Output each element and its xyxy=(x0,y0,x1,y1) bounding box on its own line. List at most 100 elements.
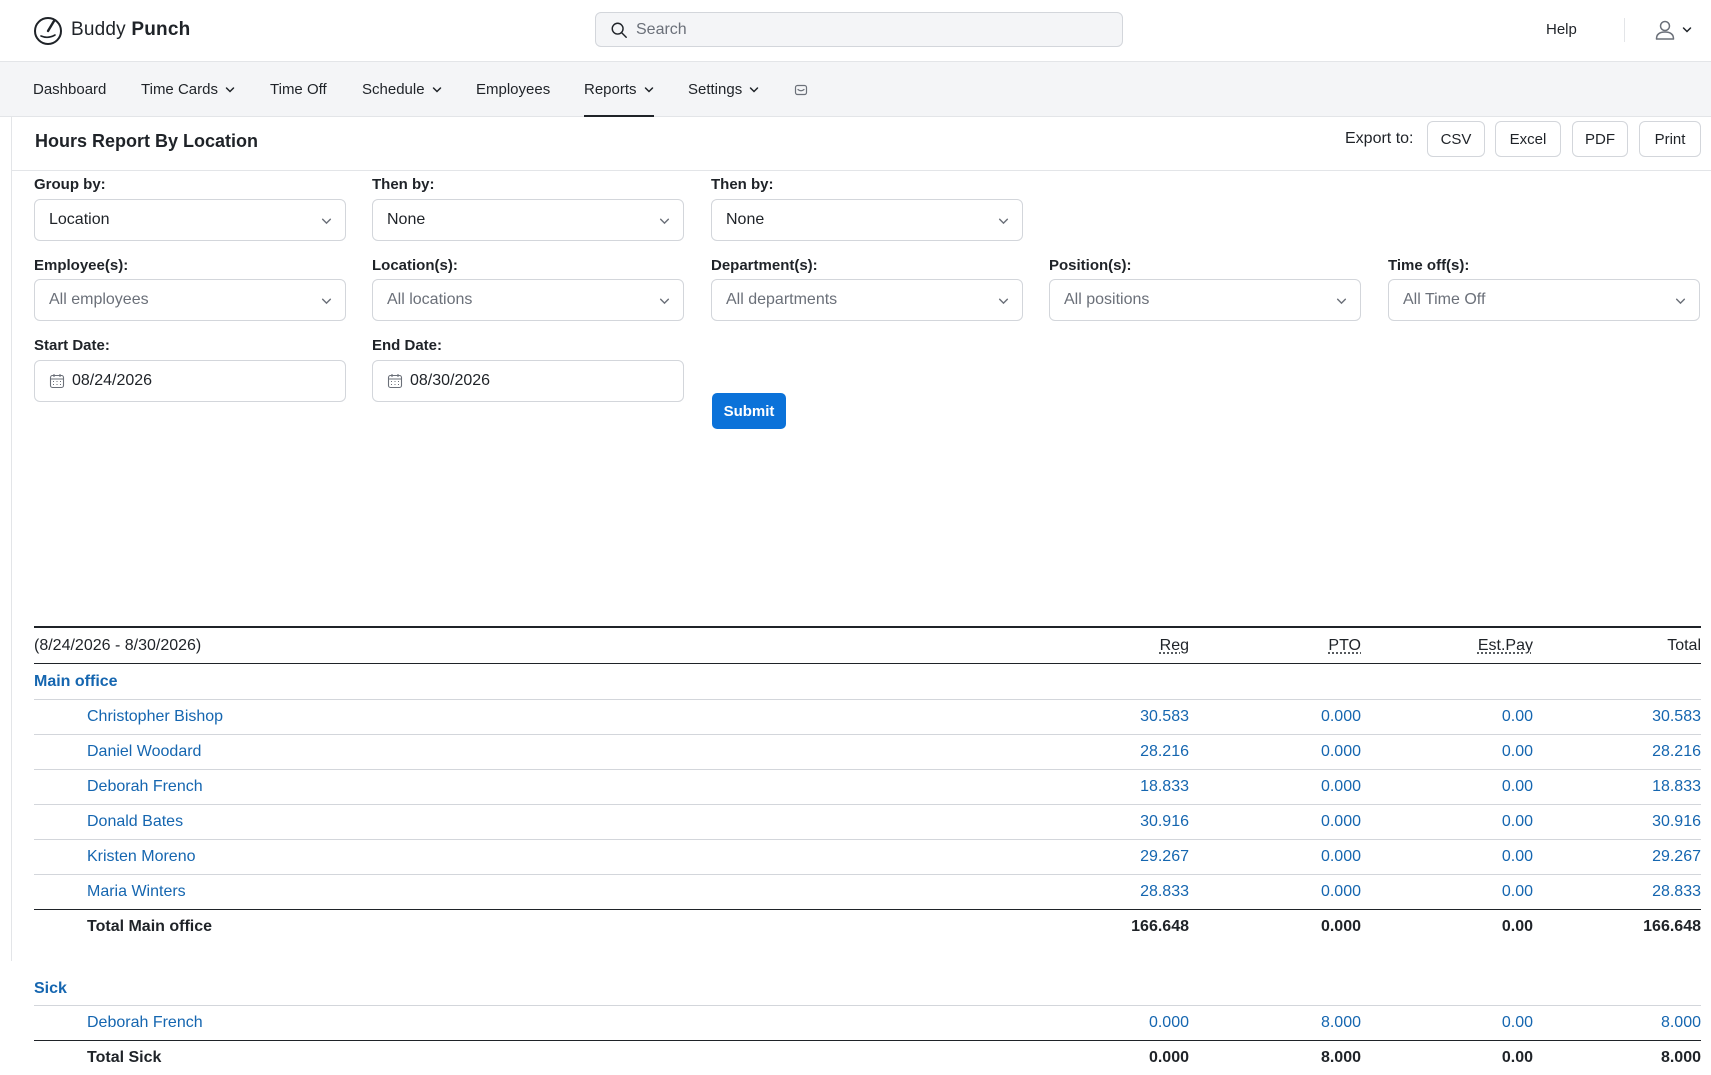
user-menu[interactable] xyxy=(1654,19,1692,41)
report-panel: Hours Report By Location Export to: CSV … xyxy=(11,117,1711,1066)
nav-employees[interactable]: Employees xyxy=(476,62,550,117)
nav-schedule[interactable]: Schedule xyxy=(362,62,442,117)
employee-name[interactable]: Kristen Moreno xyxy=(87,848,196,866)
then-by-label: Then by: xyxy=(372,176,435,193)
search-input[interactable] xyxy=(636,20,1116,39)
pto-value[interactable]: 0.000 xyxy=(1321,743,1361,761)
positions-select[interactable]: All positions xyxy=(1049,279,1361,321)
chevron-down-icon xyxy=(659,218,670,225)
total-value[interactable]: 30.916 xyxy=(1652,813,1701,831)
top-bar: Buddy Punch Help xyxy=(0,0,1711,62)
timeoff-select[interactable]: All Time Off xyxy=(1388,279,1700,321)
reg-value[interactable]: 30.583 xyxy=(1140,708,1189,726)
search-box[interactable] xyxy=(595,12,1123,47)
nav-dashboard[interactable]: Dashboard xyxy=(33,62,106,117)
pto-value[interactable]: 8.000 xyxy=(1321,1014,1361,1032)
reg-value[interactable]: 29.267 xyxy=(1140,848,1189,866)
employee-name[interactable]: Deborah French xyxy=(87,778,203,796)
then-by-select-1[interactable]: None xyxy=(372,199,684,241)
nav-settings[interactable]: Settings xyxy=(688,62,759,117)
chevron-down-icon xyxy=(225,86,235,93)
logo-text: Buddy Punch xyxy=(71,19,191,40)
then-by-select-2[interactable]: None xyxy=(711,199,1023,241)
est-pay-value[interactable]: 0.00 xyxy=(1502,1014,1533,1032)
est-pay-value[interactable]: 0.00 xyxy=(1502,883,1533,901)
est-pay-value[interactable]: 0.00 xyxy=(1502,848,1533,866)
print-button[interactable]: Print xyxy=(1639,121,1701,157)
then-by-value: None xyxy=(387,211,426,228)
chevron-down-icon xyxy=(644,86,653,93)
column-total: Total xyxy=(1667,636,1701,654)
total-value[interactable]: 18.833 xyxy=(1652,778,1701,796)
table-row: Maria Winters 28.833 0.000 0.00 28.833 xyxy=(34,874,1701,909)
column-pto: PTO xyxy=(1328,636,1361,654)
group-total-row: Total Sick 0.000 8.000 0.00 8.000 xyxy=(34,1040,1701,1075)
reg-value[interactable]: 30.916 xyxy=(1140,813,1189,831)
start-date-field[interactable]: 08/24/2026 xyxy=(34,360,346,402)
employees-select[interactable]: All employees xyxy=(34,279,346,321)
help-link[interactable]: Help xyxy=(1546,21,1577,38)
positions-placeholder: All positions xyxy=(1064,291,1150,308)
start-date-value: 08/24/2026 xyxy=(72,372,153,389)
nav-reports[interactable]: Reports xyxy=(584,62,654,117)
submit-button[interactable]: Submit xyxy=(712,393,786,429)
nav-label: Time Off xyxy=(270,81,327,98)
total-reg: 166.648 xyxy=(1131,917,1189,935)
nav-inbox[interactable] xyxy=(794,62,808,117)
reg-value[interactable]: 18.833 xyxy=(1140,778,1189,796)
export-excel-button[interactable]: Excel xyxy=(1495,121,1561,157)
employee-name[interactable]: Maria Winters xyxy=(87,883,186,901)
export-pdf-button[interactable]: PDF xyxy=(1572,121,1628,157)
start-date-label: Start Date: xyxy=(34,337,110,354)
nav-label: Dashboard xyxy=(33,81,107,98)
group-title-main-office[interactable]: Main office xyxy=(34,673,118,691)
buddy-punch-logo[interactable]: Buddy Punch xyxy=(32,14,190,46)
group-title-sick[interactable]: Sick xyxy=(34,980,67,998)
user-icon xyxy=(1655,20,1675,40)
est-pay-value[interactable]: 0.00 xyxy=(1502,813,1533,831)
end-date-value: 08/30/2026 xyxy=(410,372,491,389)
total-pto: 0.000 xyxy=(1320,917,1361,935)
employee-name[interactable]: Daniel Woodard xyxy=(87,743,201,761)
reg-value[interactable]: 28.833 xyxy=(1140,883,1189,901)
group-by-label: Group by: xyxy=(34,176,106,193)
total-value[interactable]: 28.833 xyxy=(1652,883,1701,901)
locations-select[interactable]: All locations xyxy=(372,279,684,321)
nav-time-off[interactable]: Time Off xyxy=(270,62,327,117)
total-est-pay: 0.00 xyxy=(1501,1048,1533,1066)
reg-value[interactable]: 0.000 xyxy=(1149,1014,1189,1032)
group-header: Main office xyxy=(34,664,1701,699)
pto-value[interactable]: 0.000 xyxy=(1321,848,1361,866)
export-label: Export to: xyxy=(1345,130,1414,147)
chevron-down-icon xyxy=(321,218,332,225)
total-value[interactable]: 29.267 xyxy=(1652,848,1701,866)
total-value[interactable]: 8.000 xyxy=(1661,1014,1701,1032)
employee-name[interactable]: Donald Bates xyxy=(87,813,183,831)
then-by-value-2: None xyxy=(726,211,765,228)
departments-select[interactable]: All departments xyxy=(711,279,1023,321)
est-pay-value[interactable]: 0.00 xyxy=(1502,743,1533,761)
pto-value[interactable]: 0.000 xyxy=(1321,883,1361,901)
chevron-down-icon xyxy=(1675,298,1686,305)
table-row: Deborah French 0.000 8.000 0.00 8.000 xyxy=(34,1005,1701,1040)
table-row: Daniel Woodard 28.216 0.000 0.00 28.216 xyxy=(34,734,1701,769)
est-pay-value[interactable]: 0.00 xyxy=(1502,708,1533,726)
group-by-select[interactable]: Location xyxy=(34,199,346,241)
est-pay-value[interactable]: 0.00 xyxy=(1502,778,1533,796)
total-est-pay: 0.00 xyxy=(1501,917,1533,935)
reg-value[interactable]: 28.216 xyxy=(1140,743,1189,761)
nav-time-cards[interactable]: Time Cards xyxy=(141,62,235,117)
pto-value[interactable]: 0.000 xyxy=(1321,708,1361,726)
pto-value[interactable]: 0.000 xyxy=(1321,813,1361,831)
employee-name[interactable]: Deborah French xyxy=(87,1014,203,1032)
total-value[interactable]: 30.583 xyxy=(1652,708,1701,726)
date-range: (8/24/2026 - 8/30/2026) xyxy=(34,636,202,654)
locations-label: Location(s): xyxy=(372,257,458,274)
pto-value[interactable]: 0.000 xyxy=(1321,778,1361,796)
then-by-label-2: Then by: xyxy=(711,176,774,193)
end-date-field[interactable]: 08/30/2026 xyxy=(372,360,684,402)
total-value[interactable]: 28.216 xyxy=(1652,743,1701,761)
export-csv-button[interactable]: CSV xyxy=(1427,121,1485,157)
timeoff-placeholder: All Time Off xyxy=(1403,291,1486,308)
employee-name[interactable]: Christopher Bishop xyxy=(87,708,223,726)
